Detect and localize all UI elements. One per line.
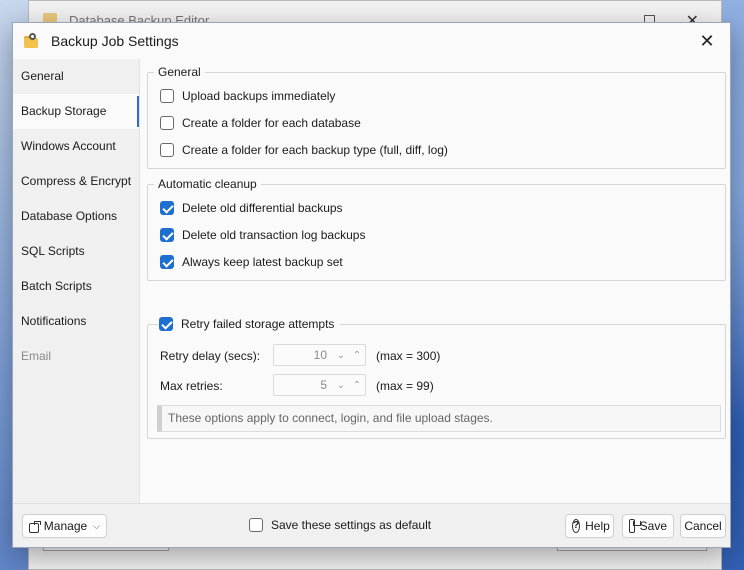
sidebar-item-label: Notifications	[21, 314, 87, 328]
sidebar-item-label: Batch Scripts	[21, 279, 92, 293]
save-label: Save	[639, 519, 667, 533]
checkbox-label: Create a folder for each database	[182, 116, 361, 130]
general-group: General Upload backups immediately Creat…	[147, 65, 726, 169]
checkbox-label: Delete old transaction log backups	[182, 228, 366, 242]
chevron-up-icon[interactable]: ⌃	[349, 345, 365, 365]
checkbox-box[interactable]	[160, 255, 174, 269]
automatic-cleanup-group: Automatic cleanup Delete old differentia…	[147, 177, 726, 281]
checkbox-label: Delete old differential backups	[182, 201, 343, 215]
sidebar-item-database-options[interactable]: Database Options	[13, 199, 139, 234]
checkbox-box[interactable]	[160, 201, 174, 215]
checkbox-box[interactable]	[249, 518, 263, 532]
chevron-up-icon[interactable]: ⌃	[349, 375, 365, 395]
checkbox-box[interactable]	[160, 228, 174, 242]
chevron-down-icon[interactable]: ⌄	[333, 375, 349, 395]
checkbox-box[interactable]	[159, 317, 173, 331]
sidebar-item-batch-scripts[interactable]: Batch Scripts	[13, 269, 139, 304]
sidebar-item-label: General	[21, 69, 64, 83]
delete-transaction-log-checkbox[interactable]: Delete old transaction log backups	[160, 226, 365, 244]
max-retries-value[interactable]: 5	[274, 378, 333, 392]
max-retries-spinner[interactable]: 5 ⌄ ⌃	[273, 374, 366, 396]
checkbox-label: Save these settings as default	[271, 518, 432, 532]
retry-delay-spinner[interactable]: 10 ⌄ ⌃	[273, 344, 366, 366]
checkbox-label: Always keep latest backup set	[182, 255, 343, 269]
sidebar-item-notifications[interactable]: Notifications	[13, 304, 139, 339]
save-icon	[629, 519, 641, 533]
chevron-down-icon[interactable]: ⌄	[333, 345, 349, 365]
chevron-down-icon: ⌵	[93, 520, 100, 531]
dialog-titlebar: Backup Job Settings ✕	[13, 23, 730, 59]
sidebar-item-backup-storage[interactable]: Backup Storage	[13, 94, 139, 129]
folder-per-backup-type-checkbox[interactable]: Create a folder for each backup type (fu…	[160, 141, 448, 159]
cancel-label: Cancel	[684, 519, 722, 533]
info-note: These options apply to connect, login, a…	[157, 405, 721, 432]
sidebar-item-label: Database Options	[21, 209, 118, 223]
retry-delay-max-note: (max = 300)	[376, 349, 441, 363]
sidebar-item-general[interactable]: General	[13, 59, 139, 94]
sidebar-item-label: SQL Scripts	[21, 244, 85, 258]
checkbox-box[interactable]	[160, 143, 174, 157]
upload-immediately-checkbox[interactable]: Upload backups immediately	[160, 87, 335, 105]
checkbox-label: Retry failed storage attempts	[181, 317, 335, 331]
folder-gear-icon	[23, 33, 39, 49]
close-button[interactable]: ✕	[696, 30, 718, 52]
delete-differential-checkbox[interactable]: Delete old differential backups	[160, 199, 343, 217]
sidebar-item-label: Windows Account	[21, 139, 116, 153]
sidebar-item-label: Backup Storage	[21, 104, 107, 118]
sidebar-item-label: Email	[21, 349, 52, 363]
save-as-default-checkbox[interactable]: Save these settings as default	[249, 518, 431, 532]
help-icon: ?	[572, 519, 581, 533]
backup-job-settings-dialog: Backup Job Settings ✕ General Backup Sto…	[12, 22, 731, 548]
sidebar-item-compress-encrypt[interactable]: Compress & Encrypt	[13, 164, 139, 199]
help-label: Help	[585, 519, 610, 533]
save-button[interactable]: Save	[622, 514, 674, 538]
checkbox-label: Create a folder for each backup type (fu…	[182, 143, 448, 157]
folder-per-database-checkbox[interactable]: Create a folder for each database	[160, 114, 361, 132]
retry-failed-attempts-checkbox[interactable]: Retry failed storage attempts	[159, 315, 341, 333]
retry-delay-label: Retry delay (secs):	[160, 349, 261, 363]
checkbox-label: Upload backups immediately	[182, 89, 336, 103]
max-retries-max-note: (max = 99)	[376, 379, 434, 393]
dialog-footer: Manage ⌵ Save these settings as default …	[13, 503, 730, 547]
sidebar-item-email: Email	[13, 339, 139, 374]
cancel-button[interactable]: Cancel	[680, 514, 726, 538]
sidebar-item-sql-scripts[interactable]: SQL Scripts	[13, 234, 139, 269]
sidebar-item-windows-account[interactable]: Windows Account	[13, 129, 139, 164]
checkbox-box[interactable]	[160, 116, 174, 130]
help-button[interactable]: ? Help	[565, 514, 614, 538]
checkbox-box[interactable]	[160, 89, 174, 103]
group-legend: General	[154, 65, 205, 79]
retry-delay-value[interactable]: 10	[274, 348, 333, 362]
manage-button[interactable]: Manage ⌵	[22, 514, 107, 538]
group-legend: Automatic cleanup	[154, 177, 261, 191]
settings-panel: General Upload backups immediately Creat…	[139, 59, 730, 505]
keep-latest-set-checkbox[interactable]: Always keep latest backup set	[160, 253, 343, 271]
toolbox-icon	[29, 520, 41, 533]
dialog-title: Backup Job Settings	[51, 33, 179, 49]
manage-label: Manage	[43, 519, 88, 533]
max-retries-label: Max retries:	[160, 379, 223, 393]
sidebar-item-label: Compress & Encrypt	[21, 174, 132, 188]
settings-sidebar: General Backup Storage Windows Account C…	[13, 59, 139, 505]
